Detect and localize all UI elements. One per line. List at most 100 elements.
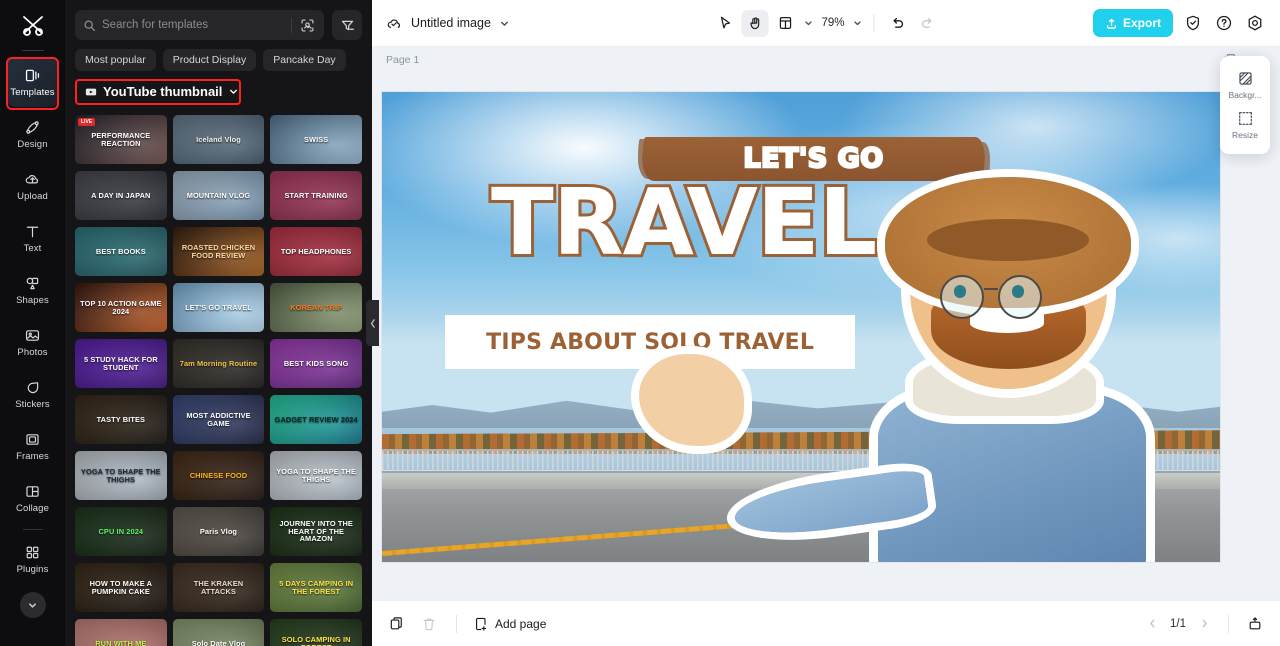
sidebar-item-collage[interactable]: Collage bbox=[7, 473, 59, 523]
template-thumbnail[interactable]: 5 DAYS CAMPING IN THE FOREST bbox=[270, 563, 362, 612]
template-thumbnail[interactable]: A DAY IN JAPAN bbox=[75, 171, 167, 220]
delete-button[interactable] bbox=[418, 613, 440, 635]
sidebar-item-frames[interactable]: Frames bbox=[7, 421, 59, 471]
template-thumbnail[interactable]: CPU IN 2024 bbox=[75, 507, 167, 556]
layout-dropdown-button[interactable] bbox=[801, 11, 815, 35]
sidebar-item-templates[interactable]: Templates bbox=[6, 57, 59, 107]
template-thumbnail[interactable]: JOURNEY INTO THE HEART OF THE AMAZON bbox=[270, 507, 362, 556]
search-divider bbox=[291, 17, 292, 33]
template-thumbnail[interactable]: YOGA TO SHAPE THE THIGHS bbox=[270, 451, 362, 500]
page-header-row: Page 1 ••• bbox=[372, 47, 1280, 73]
template-thumbnail[interactable]: START TRAINING bbox=[270, 171, 362, 220]
main-area: Untitled image 79% Export Page 1 LET'S G… bbox=[372, 0, 1280, 646]
filter-button[interactable] bbox=[332, 10, 362, 40]
template-thumbnail[interactable]: TOP 10 ACTION GAME 2024 bbox=[75, 283, 167, 332]
panel-collapse-handle[interactable] bbox=[366, 300, 379, 346]
template-thumbnail[interactable]: YOGA TO SHAPE THE THIGHS bbox=[75, 451, 167, 500]
shield-check-button[interactable] bbox=[1182, 12, 1204, 34]
template-thumbnail[interactable]: BEST BOOKS bbox=[75, 227, 167, 276]
hand-tool-button[interactable] bbox=[741, 9, 769, 37]
page-label: Page 1 bbox=[386, 54, 420, 66]
template-title: BEST KIDS SONG bbox=[283, 358, 349, 368]
export-button[interactable]: Export bbox=[1092, 9, 1173, 37]
template-thumbnail[interactable]: TOP HEADPHONES bbox=[270, 227, 362, 276]
template-thumbnail[interactable]: 5 STUDY HACK FOR STUDENT bbox=[75, 339, 167, 388]
template-title: Solo Date Vlog bbox=[191, 638, 246, 646]
template-thumbnail[interactable]: SWISS bbox=[270, 115, 362, 164]
template-title: TASTY BITES bbox=[96, 414, 146, 424]
template-thumbnail[interactable]: MOST ADDICTIVE GAME bbox=[172, 395, 265, 444]
template-thumbnail[interactable]: GADGET REVIEW 2024 bbox=[270, 395, 362, 444]
chevron-down-icon bbox=[500, 21, 508, 26]
capcut-logo-icon[interactable] bbox=[13, 6, 53, 46]
category-selector[interactable]: YouTube thumbnail bbox=[79, 83, 245, 100]
chip-most-popular[interactable]: Most popular bbox=[75, 49, 156, 71]
template-thumbnail[interactable]: Iceland Vlog bbox=[172, 115, 265, 164]
chevron-right-icon bbox=[1202, 619, 1207, 628]
sidebar-item-upload[interactable]: Upload bbox=[7, 161, 59, 211]
template-thumbnail[interactable]: Solo Date Vlog bbox=[172, 619, 265, 646]
sidebar-item-text[interactable]: Text bbox=[7, 213, 59, 263]
template-thumbnail[interactable]: TASTY BITES bbox=[75, 395, 167, 444]
image-search-icon[interactable] bbox=[298, 16, 316, 34]
template-thumbnail[interactable]: KOREAN TRIP bbox=[270, 283, 362, 332]
resize-button[interactable]: Resize bbox=[1220, 105, 1270, 145]
template-thumbnail[interactable]: Paris Vlog bbox=[172, 507, 265, 556]
template-thumbnail[interactable]: LET'S GO TRAVEL bbox=[172, 283, 265, 332]
artboard[interactable]: LET'S GO TRAVEL TIPS ABOUT SOLO TRAVEL bbox=[382, 92, 1220, 562]
left-icon-rail: Templates Design Upload Text Shapes Phot… bbox=[0, 0, 65, 646]
template-thumbnail[interactable]: BEST KIDS SONG bbox=[270, 339, 362, 388]
upload-cloud-icon bbox=[24, 171, 41, 188]
settings-button[interactable] bbox=[1244, 12, 1266, 34]
chip-pancake-day[interactable]: Pancake Day bbox=[263, 49, 346, 71]
sidebar-item-design[interactable]: Design bbox=[7, 109, 59, 159]
help-button[interactable] bbox=[1213, 12, 1235, 34]
background-button[interactable]: Backgr... bbox=[1220, 65, 1270, 105]
bottom-divider bbox=[456, 614, 457, 633]
next-page-button[interactable] bbox=[1195, 615, 1213, 633]
search-icon bbox=[84, 19, 96, 31]
top-right-tools: Export bbox=[1092, 9, 1266, 37]
template-thumbnail[interactable]: THE KRAKEN ATTACKS bbox=[172, 563, 265, 612]
search-row bbox=[75, 10, 362, 40]
template-thumbnail[interactable]: PERFORMANCE REACTION LIVE bbox=[75, 115, 167, 164]
cursor-icon bbox=[720, 16, 730, 29]
sidebar-item-shapes[interactable]: Shapes bbox=[7, 265, 59, 315]
panel-header: Most popular Product Display Pancake Day… bbox=[65, 0, 372, 107]
template-thumbnail[interactable]: ROASTED CHICKEN FOOD REVIEW bbox=[172, 227, 265, 276]
present-button[interactable] bbox=[1244, 613, 1266, 635]
duplicate-button[interactable] bbox=[386, 613, 408, 635]
search-box[interactable] bbox=[75, 10, 324, 40]
person-smile bbox=[969, 313, 1044, 333]
person-glasses-bridge bbox=[983, 288, 998, 291]
rail-collapse-button[interactable] bbox=[19, 592, 46, 618]
undo-button[interactable] bbox=[884, 10, 911, 37]
document-title-button[interactable]: Untitled image bbox=[386, 15, 510, 32]
sidebar-item-plugins[interactable]: Plugins bbox=[7, 534, 59, 584]
bottom-divider-2 bbox=[1228, 614, 1229, 633]
template-thumbnail[interactable]: HOW TO MAKE A PUMPKIN CAKE bbox=[75, 563, 167, 612]
redo-button[interactable] bbox=[914, 10, 941, 37]
prev-page-button[interactable] bbox=[1143, 615, 1161, 633]
template-thumbnail[interactable]: 7am Morning Routine bbox=[172, 339, 265, 388]
canvas-area[interactable]: Page 1 ••• bbox=[372, 47, 1280, 600]
search-input[interactable] bbox=[102, 19, 285, 31]
layout-tool-button[interactable] bbox=[771, 10, 798, 37]
chip-product-display[interactable]: Product Display bbox=[162, 49, 257, 71]
template-thumbnail[interactable]: CHINESE FOOD bbox=[172, 451, 265, 500]
zoom-dropdown-button[interactable] bbox=[851, 11, 865, 35]
sidebar-item-stickers[interactable]: Stickers bbox=[7, 369, 59, 419]
template-thumbnail[interactable]: RUN WITH ME bbox=[75, 619, 167, 646]
shield-check-icon bbox=[1186, 15, 1200, 31]
sidebar-item-photos[interactable]: Photos bbox=[7, 317, 59, 367]
add-page-button[interactable]: Add page bbox=[473, 616, 546, 632]
chevron-left-icon bbox=[370, 318, 375, 328]
template-title: GADGET REVIEW 2024 bbox=[274, 414, 358, 424]
template-thumbnail[interactable]: MOUNTAIN VLOG bbox=[172, 171, 265, 220]
template-title: A DAY IN JAPAN bbox=[91, 190, 151, 200]
template-thumbnail[interactable]: SOLO CAMPING IN FOREST bbox=[270, 619, 362, 646]
person-cutout[interactable] bbox=[638, 176, 1195, 562]
select-tool-button[interactable] bbox=[711, 10, 738, 37]
subtitle-bar[interactable]: TIPS ABOUT SOLO TRAVEL bbox=[444, 315, 856, 370]
template-title: 5 DAYS CAMPING IN THE FOREST bbox=[279, 578, 354, 596]
